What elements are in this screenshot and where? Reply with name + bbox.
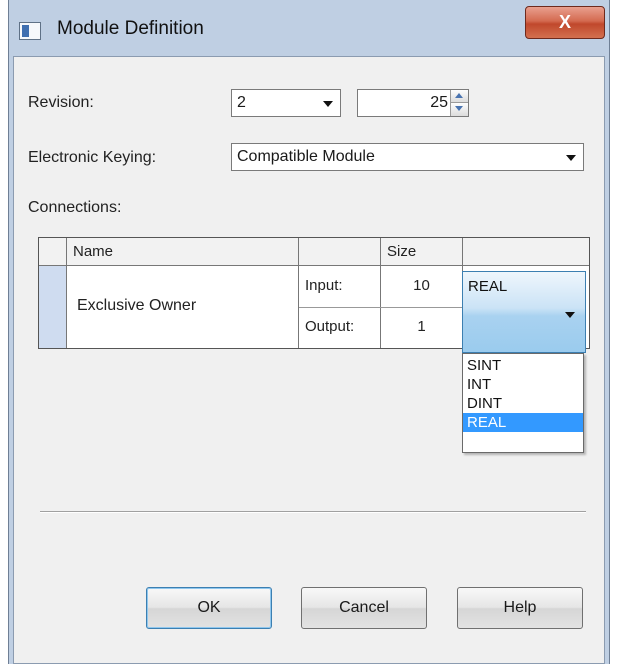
revision-minor-value: 25 — [430, 94, 448, 111]
chevron-down-icon — [566, 155, 576, 161]
grid-header-type — [463, 238, 589, 266]
electronic-keying-value: Compatible Module — [237, 148, 375, 165]
output-size-cell[interactable]: 1 — [381, 307, 463, 348]
option-dint[interactable]: DINT — [463, 394, 583, 413]
electronic-keying-label: Electronic Keying: — [28, 149, 157, 166]
option-sint[interactable]: SINT — [463, 356, 583, 375]
electronic-keying-select[interactable]: Compatible Module — [231, 143, 584, 171]
grid-header-size: Size — [381, 238, 463, 266]
connection-name-cell[interactable]: Exclusive Owner — [67, 266, 299, 348]
cancel-button[interactable]: Cancel — [301, 587, 427, 629]
title-bar[interactable]: Module Definition X — [9, 0, 609, 54]
row-divider — [299, 307, 463, 308]
spin-up-icon[interactable] — [450, 90, 468, 103]
ok-button[interactable]: OK — [146, 587, 272, 629]
window-app-icon — [19, 22, 41, 40]
spin-down-icon[interactable] — [450, 103, 468, 116]
chevron-down-icon — [323, 101, 333, 107]
option-int[interactable]: INT — [463, 375, 583, 394]
data-type-value: REAL — [468, 278, 508, 295]
chevron-down-icon — [565, 312, 575, 318]
connections-label: Connections: — [28, 199, 122, 216]
row-selector[interactable] — [39, 266, 67, 348]
grid-header-name: Name — [67, 238, 299, 266]
close-button[interactable]: X — [525, 6, 605, 39]
module-definition-dialog: Module Definition X Revision: 2 25 Elect… — [8, 0, 610, 664]
output-label-cell: Output: — [299, 307, 381, 348]
option-real[interactable]: REAL — [463, 413, 583, 432]
revision-minor-spinner[interactable]: 25 — [357, 89, 469, 117]
input-label-cell: Input: — [299, 266, 381, 307]
data-type-dropdown-list: SINT INT DINT REAL — [462, 353, 584, 453]
input-size-cell[interactable]: 10 — [381, 266, 463, 307]
grid-corner-header — [39, 238, 67, 266]
grid-header-direction — [299, 238, 381, 266]
dialog-body: Revision: 2 25 Electronic Keying: Compat… — [13, 56, 605, 664]
revision-major-select[interactable]: 2 — [231, 89, 341, 117]
revision-label: Revision: — [28, 94, 94, 111]
revision-major-value: 2 — [237, 94, 246, 111]
window-title: Module Definition — [57, 18, 204, 39]
data-type-combo[interactable]: REAL — [462, 271, 586, 353]
separator — [40, 511, 586, 513]
help-button[interactable]: Help — [457, 587, 583, 629]
close-icon: X — [558, 12, 571, 32]
